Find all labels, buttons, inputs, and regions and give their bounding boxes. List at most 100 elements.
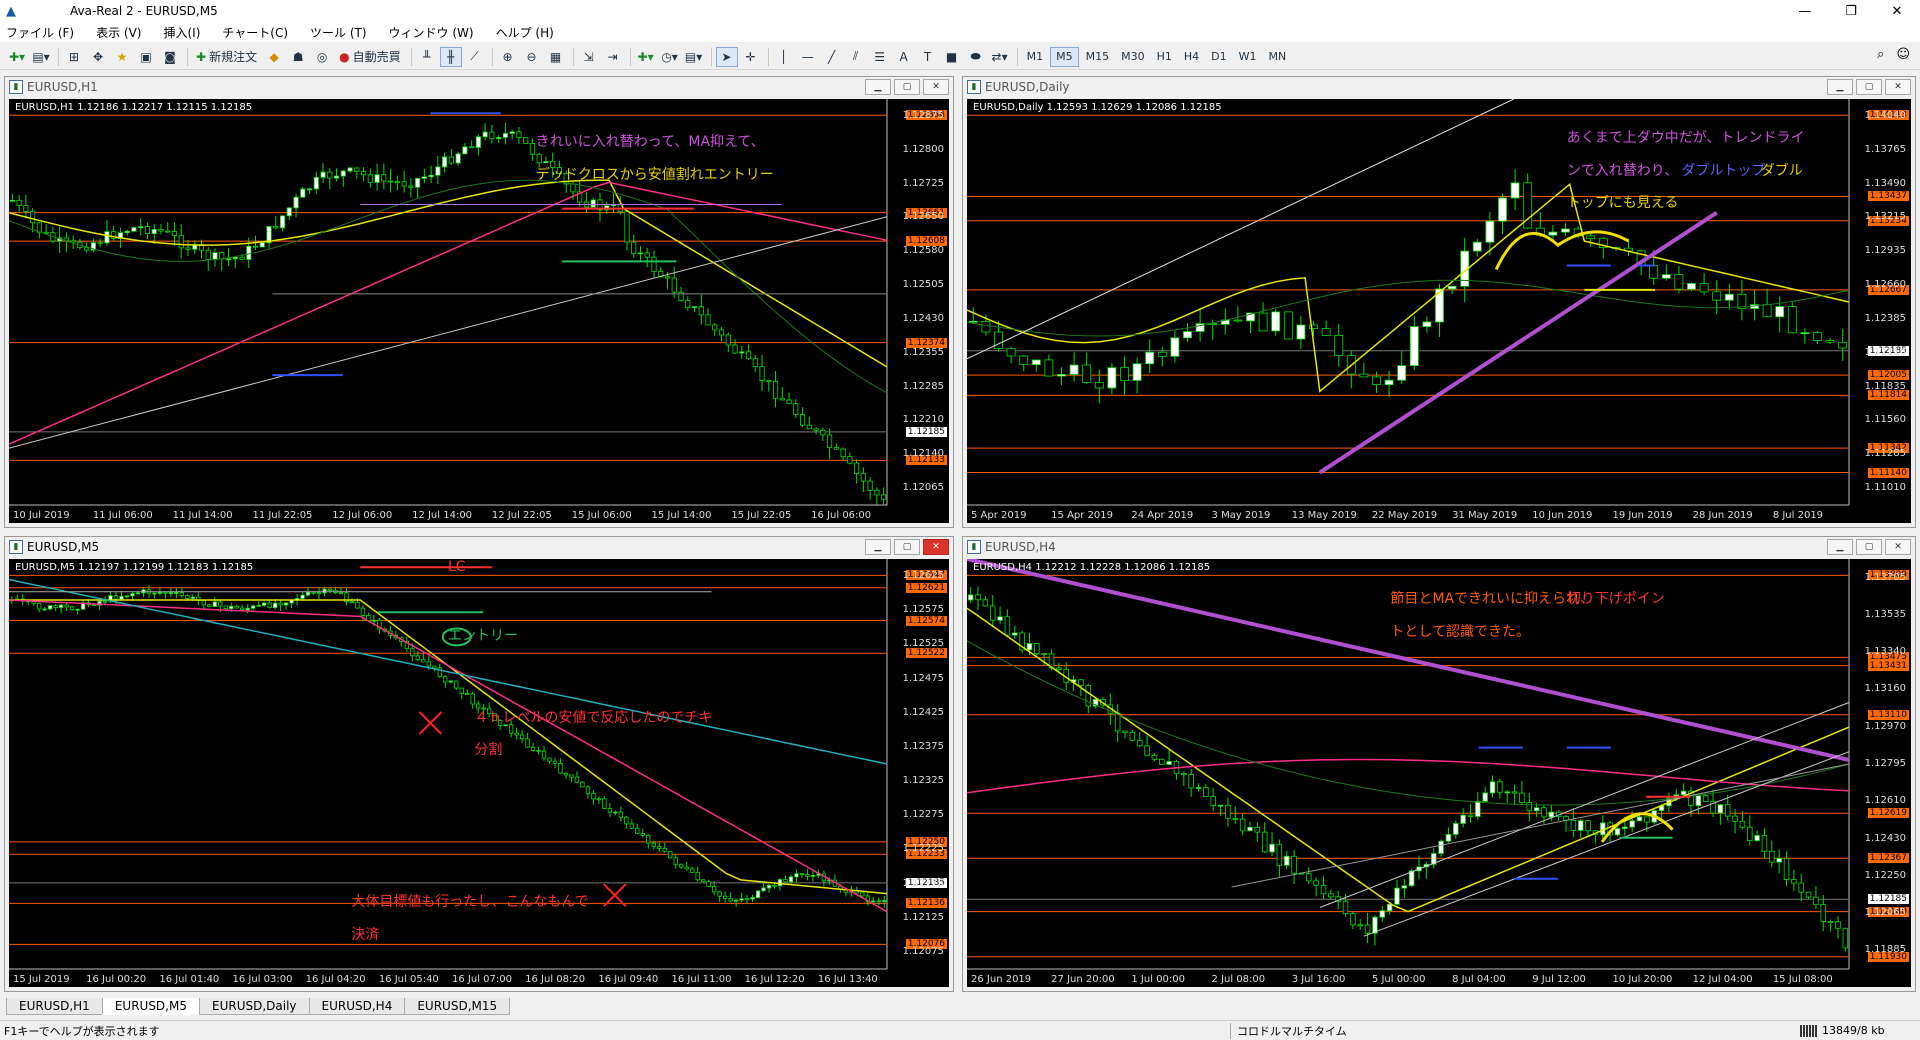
vertical-line-icon[interactable]: │ xyxy=(773,47,795,67)
timeframe-h4[interactable]: H4 xyxy=(1179,47,1204,67)
templates-icon[interactable]: ▤▾ xyxy=(683,47,705,67)
candle-body xyxy=(1519,792,1525,803)
timeframe-m5[interactable]: M5 xyxy=(1050,46,1079,67)
close-icon[interactable]: ✕ xyxy=(923,539,949,555)
data-window-icon[interactable]: ✥ xyxy=(87,47,109,67)
ellipse-icon[interactable]: ⬬ xyxy=(965,47,987,67)
chart-shift-icon[interactable]: ⇥ xyxy=(602,47,624,67)
auto-trade-button[interactable]: ● 自動売買 xyxy=(335,47,405,67)
timeframe-m30[interactable]: M30 xyxy=(1116,47,1150,67)
candle-body xyxy=(543,161,549,164)
close-icon[interactable]: ✕ xyxy=(1885,539,1911,555)
candle-body xyxy=(104,231,110,244)
timeframe-mn[interactable]: MN xyxy=(1263,47,1291,67)
tab-eurusd-h4[interactable]: EURUSD,H4 xyxy=(308,998,406,1015)
close-icon[interactable]: ✕ xyxy=(923,79,949,95)
maximize-icon[interactable]: ▢ xyxy=(1856,79,1882,95)
price-tag: 1.12185 xyxy=(905,426,947,437)
menu-insert[interactable]: 挿入(I) xyxy=(163,24,200,41)
minimize-icon[interactable]: — xyxy=(1782,0,1828,22)
chart-tabs: EURUSD,H1 EURUSD,M5 EURUSD,Daily EURUSD,… xyxy=(0,998,1920,1016)
line-chart-icon[interactable]: ⟋ xyxy=(464,47,486,67)
timeframe-h1[interactable]: H1 xyxy=(1152,47,1177,67)
vps-icon[interactable]: ◎ xyxy=(311,47,333,67)
profiles-icon[interactable]: ▤▾ xyxy=(30,47,52,67)
channel-icon[interactable]: ⫽ xyxy=(845,47,867,67)
market-watch-icon[interactable]: ⊞ xyxy=(63,47,85,67)
status-profile: コロドルマルチタイム xyxy=(1230,1022,1347,1039)
close-icon[interactable]: ✕ xyxy=(1885,79,1911,95)
candle-body xyxy=(631,241,637,254)
restore-icon[interactable]: ❐ xyxy=(1828,0,1874,22)
maximize-icon[interactable]: ▢ xyxy=(894,79,920,95)
tab-eurusd-daily[interactable]: EURUSD,Daily xyxy=(198,998,310,1015)
periods-icon[interactable]: ◷▾ xyxy=(659,47,681,67)
minimize-icon[interactable]: ▁ xyxy=(865,79,891,95)
trendline-icon[interactable]: ╱ xyxy=(821,47,843,67)
minimize-icon[interactable]: ▁ xyxy=(1827,79,1853,95)
search-icon[interactable]: ⌕ xyxy=(1877,47,1884,62)
fibonacci-icon[interactable]: ☰ xyxy=(869,47,891,67)
close-icon[interactable]: ✕ xyxy=(1874,0,1920,22)
chart-area[interactable]: 1.14113 1.13437 1.13234 1.12667 1.12185 1.120… xyxy=(967,99,1911,523)
tab-eurusd-m15[interactable]: EURUSD,M15 xyxy=(404,998,511,1015)
cursor-icon[interactable]: ➤ xyxy=(715,46,738,67)
timeframe-d1[interactable]: D1 xyxy=(1206,47,1231,67)
menu-file[interactable]: ファイル (F) xyxy=(6,24,74,41)
autoscroll-icon[interactable]: ⇲ xyxy=(578,47,600,67)
new-order-button[interactable]: ✚ 新規注文 xyxy=(192,47,261,67)
candle-chart-icon[interactable]: ╫ xyxy=(439,46,462,67)
timeframe-w1[interactable]: W1 xyxy=(1234,47,1262,67)
price-tick: 1.12725 xyxy=(902,177,944,189)
indicators-icon[interactable]: ✚▾ xyxy=(635,47,657,67)
terminal-icon[interactable]: ▣ xyxy=(135,47,157,67)
chart-area[interactable]: 1.12854 1.12661 1.12608 1.12374 1.12185 1.121… xyxy=(9,99,949,523)
candle-body xyxy=(1094,381,1104,389)
minimize-icon[interactable]: ▁ xyxy=(865,539,891,555)
metaeditor-icon[interactable]: ◆ xyxy=(263,47,285,67)
candle-body xyxy=(1350,913,1356,926)
rectangle-icon[interactable]: ■ xyxy=(941,47,963,67)
menu-window[interactable]: ウィンドウ (W) xyxy=(389,24,474,41)
tab-eurusd-h1[interactable]: EURUSD,H1 xyxy=(6,998,103,1015)
menu-view[interactable]: 表示 (V) xyxy=(96,24,141,41)
arrows-icon[interactable]: ⇄▾ xyxy=(989,47,1011,67)
candle-body xyxy=(640,833,645,836)
chart-area[interactable]: 1.12647 1.12621 1.12574 1.12522 1.12250 1.122… xyxy=(9,559,949,987)
minimize-icon[interactable]: ▁ xyxy=(1827,539,1853,555)
candle-body xyxy=(293,196,299,209)
candle-body xyxy=(240,607,245,611)
horizontal-line-icon[interactable]: — xyxy=(797,47,819,67)
price-tick: 1.13215 xyxy=(1864,211,1906,223)
title-bar: ▲ Ava-Real 2 - EURUSD,M5 — ❐ ✕ xyxy=(0,0,1920,22)
price-tick: 1.12425 xyxy=(902,706,944,718)
menu-chart[interactable]: チャート(C) xyxy=(222,24,288,41)
tab-eurusd-m5[interactable]: EURUSD,M5 xyxy=(101,998,200,1015)
maximize-icon[interactable]: ▢ xyxy=(1856,539,1882,555)
timeframe-m15[interactable]: M15 xyxy=(1081,47,1115,67)
signals-icon[interactable]: ☗ xyxy=(287,47,309,67)
candle-body xyxy=(744,898,750,901)
candle-body xyxy=(569,774,574,778)
timeframe-m1[interactable]: M1 xyxy=(1022,47,1049,67)
zoom-in-icon[interactable]: ⊕ xyxy=(497,47,519,67)
chart-area[interactable]: 1.13809 1.13475 1.13431 1.13110 1.12619 1.123… xyxy=(967,559,1911,987)
menu-tools[interactable]: ツール (T) xyxy=(310,24,367,41)
text-icon[interactable]: A xyxy=(893,47,915,67)
community-icon[interactable]: ☺ xyxy=(1896,47,1910,62)
candle-body xyxy=(1533,807,1540,812)
bar-chart-icon[interactable]: ╨ xyxy=(416,47,438,67)
new-chart-icon[interactable]: ✚▾ xyxy=(6,47,28,67)
crosshair-icon[interactable]: ✛ xyxy=(740,47,762,67)
text-label-icon[interactable]: T xyxy=(917,47,939,67)
annotation: トとして認識できた。 xyxy=(1390,623,1530,640)
strategy-tester-icon[interactable]: ◙ xyxy=(159,47,181,67)
maximize-icon[interactable]: ▢ xyxy=(894,539,920,555)
time-tick: 31 May 2019 xyxy=(1452,510,1518,521)
navigator-icon[interactable]: ★ xyxy=(111,47,133,67)
candle-body xyxy=(690,868,695,873)
menu-help[interactable]: ヘルプ (H) xyxy=(496,24,554,41)
tile-windows-icon[interactable]: ▦ xyxy=(545,47,567,67)
price-tick: 1.12875 xyxy=(902,109,944,121)
zoom-out-icon[interactable]: ⊖ xyxy=(521,47,543,67)
